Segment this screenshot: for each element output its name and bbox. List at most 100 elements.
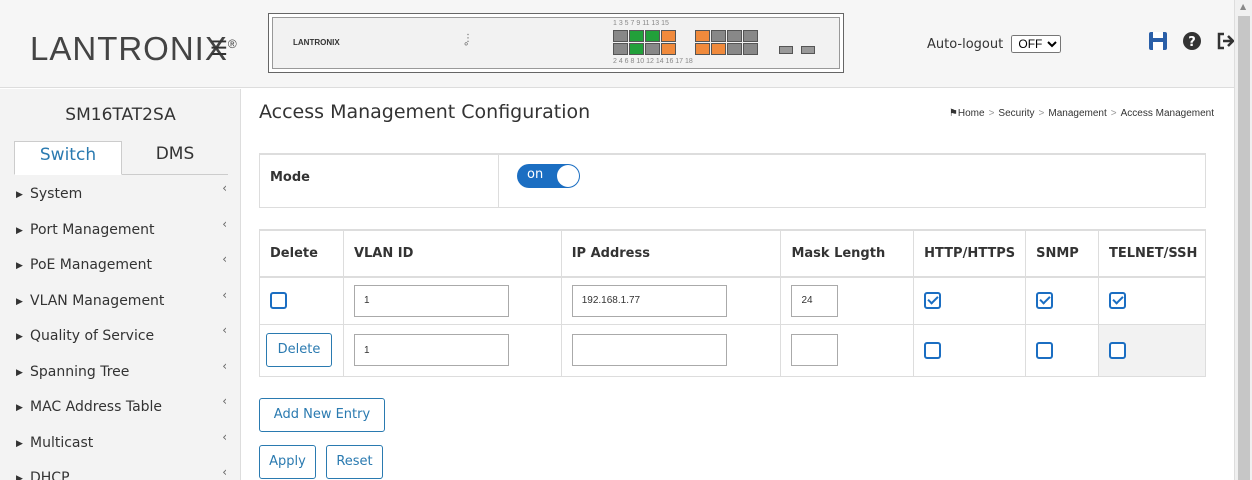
vlan-id-input[interactable] <box>353 334 509 366</box>
scroll-thumb[interactable] <box>1238 16 1250 480</box>
port-7[interactable] <box>661 30 676 42</box>
port-5[interactable] <box>645 30 660 42</box>
sidebar: SM16TAT2SA Switch DMS ▶ System ‹ ▶ Port Man… <box>0 89 241 480</box>
port-14[interactable] <box>727 43 742 55</box>
delete-cell <box>259 277 344 325</box>
snmp-checkbox[interactable] <box>1036 292 1054 310</box>
ip-cell <box>560 277 781 325</box>
toggle-knob <box>557 165 579 187</box>
vlan-cell <box>342 324 562 377</box>
mask-length-input[interactable] <box>791 334 839 366</box>
vlan-cell <box>342 277 562 325</box>
http-cell <box>913 324 1026 377</box>
tab-dms[interactable]: DMS <box>122 141 228 175</box>
mode-section: Mode on <box>259 153 1206 208</box>
delete-button[interactable]: Delete <box>266 333 332 367</box>
page-title: Access Management Configuration <box>259 101 591 123</box>
port-3[interactable] <box>629 30 644 42</box>
port-16[interactable] <box>743 43 758 55</box>
sidebar-item-mac-address-table[interactable]: ▶ MAC Address Table ‹ <box>0 390 241 426</box>
breadcrumb-security[interactable]: Security <box>998 108 1034 119</box>
port-8[interactable] <box>661 43 676 55</box>
panel-inner: LANTRONIX ⋮∘ 1 3 5 7 9 11 13 15 2 4 6 8 <box>272 17 840 69</box>
home-icon: ⚑ <box>948 108 958 119</box>
ip-address-input[interactable] <box>571 334 727 366</box>
port-9[interactable] <box>695 30 710 42</box>
telnet-cell <box>1097 324 1207 377</box>
sidebar-item-multicast[interactable]: ▶ Multicast ‹ <box>0 426 241 462</box>
caret-right-icon: ▶ <box>16 438 23 449</box>
chevron-left-icon: ‹ <box>222 287 227 302</box>
caret-right-icon: ▶ <box>16 261 23 271</box>
top-header: LANTRONIX® ☰ LANTRONIX ⋮ ∘ 1 3 5 7 9 11 1… <box>0 0 1235 88</box>
caret-right-icon: ▶ <box>16 403 23 413</box>
port-17-sfp[interactable] <box>779 46 793 54</box>
port-10[interactable] <box>695 43 710 55</box>
tab-switch[interactable]: Switch <box>14 141 122 175</box>
chevron-left-icon: ‹ <box>222 465 227 479</box>
snmp-cell <box>1025 277 1099 325</box>
telnet-checkbox[interactable] <box>1108 341 1126 359</box>
logo-mark: ® <box>227 37 238 51</box>
port-1[interactable] <box>613 30 628 42</box>
sidebar-item-dhcp[interactable]: ▶ DHCP ‹ <box>0 461 241 480</box>
scroll-up-icon[interactable]: ▲ <box>1240 2 1246 11</box>
mask-length-input[interactable] <box>791 284 839 317</box>
table-row <box>259 277 1207 325</box>
device-name: SM16TAT2SA <box>65 105 176 125</box>
sidebar-item-poe-management[interactable]: ▶ PoE Management ‹ <box>0 248 241 284</box>
lantronix-logo: LANTRONIX® <box>30 30 238 68</box>
ip-address-input[interactable] <box>571 284 727 317</box>
snmp-checkbox[interactable] <box>1036 341 1054 359</box>
sidebar-item-system[interactable]: ▶ System ‹ <box>0 177 241 213</box>
port-2[interactable] <box>613 43 628 55</box>
breadcrumb-separator: > <box>988 108 995 119</box>
panel-brand: LANTRONIX <box>293 38 340 47</box>
save-icon[interactable] <box>1146 31 1170 55</box>
delete-checkbox[interactable] <box>270 292 287 310</box>
sidebar-item-spanning-tree[interactable]: ▶ Spanning Tree ‹ <box>0 355 241 391</box>
menu-toggle-icon[interactable]: ☰ <box>210 36 228 60</box>
autologout-select[interactable]: OFF <box>1011 35 1062 53</box>
sidebar-item-vlan-management[interactable]: ▶ VLAN Management ‹ <box>0 284 241 320</box>
port-13[interactable] <box>727 30 742 42</box>
help-icon[interactable]: ? <box>1180 31 1204 55</box>
panel-led-indicator: ⋮ ∘ <box>463 33 473 50</box>
chevron-left-icon: ‹ <box>222 181 227 195</box>
port-15[interactable] <box>743 30 758 42</box>
port-18-sfp[interactable] <box>801 46 815 54</box>
sidebar-item-label: Multicast <box>30 434 94 451</box>
chevron-left-icon: ‹ <box>222 216 227 231</box>
sidebar-item-label: MAC Address Table <box>30 399 163 415</box>
sidebar-item-quality-of-service[interactable]: ▶ Quality of Service ‹ <box>0 319 241 355</box>
chevron-left-icon: ‹ <box>222 252 227 266</box>
add-new-entry-button[interactable]: Add New Entry <box>259 398 385 432</box>
col-header-telnet-ssh: TELNET/SSH <box>1097 229 1207 278</box>
caret-right-icon: ▶ <box>16 225 23 236</box>
logo-text: LANTRONIX <box>30 30 228 67</box>
port-12[interactable] <box>711 43 726 55</box>
page-scrollbar[interactable]: ▲ <box>1234 0 1252 480</box>
col-header-http-https: HTTP/HTTPS <box>913 229 1026 278</box>
caret-right-icon: ▶ <box>16 332 23 342</box>
breadcrumb-home[interactable]: Home <box>958 108 985 119</box>
ip-cell <box>560 324 781 377</box>
sidebar-item-port-management[interactable]: ▶ Port Management ‹ <box>0 213 241 249</box>
breadcrumb-management[interactable]: Management <box>1048 108 1106 119</box>
mode-toggle[interactable]: on <box>517 164 580 188</box>
apply-button[interactable]: Apply <box>259 445 316 479</box>
sidebar-item-label: Spanning Tree <box>30 363 130 380</box>
http-checkbox[interactable] <box>924 341 942 359</box>
mode-label: Mode <box>270 170 310 185</box>
main-content: Access Management Configuration ⚑Home > Se… <box>242 89 1234 480</box>
port-6[interactable] <box>645 43 660 55</box>
telnet-checkbox[interactable] <box>1108 292 1126 310</box>
reset-button[interactable]: Reset <box>326 445 383 479</box>
port-4[interactable] <box>629 43 644 55</box>
http-checkbox[interactable] <box>924 292 942 310</box>
vlan-id-input[interactable] <box>353 284 509 317</box>
caret-right-icon: ▶ <box>16 474 23 480</box>
autologout-label: Auto-logout <box>927 37 1004 52</box>
sidebar-tabs: Switch DMS <box>14 141 228 175</box>
port-11[interactable] <box>711 30 726 42</box>
